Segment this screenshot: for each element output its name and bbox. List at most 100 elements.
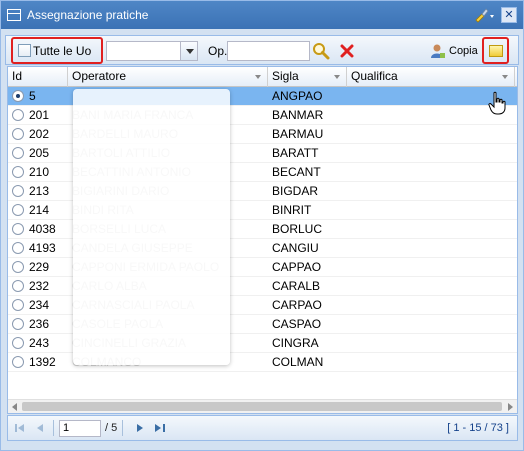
- cell-id: 5: [8, 89, 68, 103]
- scroll-right-icon[interactable]: [508, 403, 513, 411]
- last-page-icon[interactable]: [152, 420, 168, 436]
- cell-sigla: BANMAR: [272, 108, 324, 122]
- note-button[interactable]: [482, 37, 509, 64]
- cell-id-value: 210: [29, 165, 50, 179]
- page-info-label: [ 1 - 15 / 73 ]: [447, 422, 509, 434]
- row-radio[interactable]: [12, 223, 24, 235]
- paging-toolbar: 1 / 5 [ 1 - 15 / 73 ]: [7, 415, 518, 441]
- row-radio[interactable]: [12, 299, 24, 311]
- op-label: Op.: [208, 44, 228, 58]
- note-icon: [488, 44, 503, 57]
- horizontal-scrollbar[interactable]: [8, 399, 517, 413]
- row-radio[interactable]: [12, 318, 24, 330]
- window-table-icon: [7, 9, 21, 21]
- cell-id: 243: [8, 336, 68, 350]
- row-radio[interactable]: [12, 90, 24, 102]
- cell-id: 1392: [8, 355, 68, 369]
- cell-sigla: BINRIT: [272, 203, 312, 217]
- cell-id: 205: [8, 146, 68, 160]
- brush-menu-icon[interactable]: [473, 7, 495, 23]
- row-radio[interactable]: [12, 147, 24, 159]
- cell-sigla: CARALB: [272, 279, 321, 293]
- cell-id-value: 5: [29, 89, 36, 103]
- next-page-icon[interactable]: [132, 420, 148, 436]
- row-radio[interactable]: [12, 185, 24, 197]
- cell-id-value: 214: [29, 203, 50, 217]
- cell-sigla: BIGDAR: [272, 184, 319, 198]
- cell-id: 234: [8, 298, 68, 312]
- cell-id: 201: [8, 108, 68, 122]
- page-of-label: / 5: [105, 422, 118, 434]
- cell-id: 229: [8, 260, 68, 274]
- cell-id: 232: [8, 279, 68, 293]
- combo-chevron-down-icon[interactable]: [180, 42, 197, 60]
- clear-filter-icon[interactable]: [340, 44, 354, 58]
- scroll-left-icon[interactable]: [12, 403, 17, 411]
- cell-id-value: 1392: [29, 355, 56, 369]
- op-search-input[interactable]: [227, 41, 310, 61]
- cell-id-value: 202: [29, 127, 50, 141]
- copy-label: Copia: [449, 45, 478, 57]
- column-header-sigla[interactable]: Sigla: [268, 67, 347, 87]
- hand-cursor-icon: [488, 91, 506, 115]
- row-radio[interactable]: [12, 128, 24, 140]
- cell-id: 213: [8, 184, 68, 198]
- row-radio[interactable]: [12, 356, 24, 368]
- row-radio[interactable]: [12, 261, 24, 273]
- cell-id-value: 4038: [29, 222, 56, 236]
- cell-id: 202: [8, 127, 68, 141]
- cell-sigla: BARATT: [272, 146, 319, 160]
- operator-tooltip-overlay: [73, 89, 230, 365]
- row-radio[interactable]: [12, 166, 24, 178]
- search-icon[interactable]: [312, 42, 330, 60]
- cell-id: 4038: [8, 222, 68, 236]
- window-tools: ✕: [473, 7, 517, 23]
- cell-sigla: BORLUC: [272, 222, 323, 236]
- cell-id-value: 229: [29, 260, 50, 274]
- close-icon[interactable]: ✕: [501, 7, 517, 23]
- cell-id: 236: [8, 317, 68, 331]
- row-radio[interactable]: [12, 337, 24, 349]
- cell-sigla: CASPAO: [272, 317, 322, 331]
- assegnazione-window: Assegnazione pratiche ✕ Tutte le Uo Op.: [0, 0, 524, 451]
- cell-id-value: 232: [29, 279, 50, 293]
- sort-arrow-icon: [334, 75, 340, 79]
- tutte-le-uo-label: Tutte le Uo: [33, 43, 92, 58]
- cell-id-value: 201: [29, 108, 50, 122]
- copy-button[interactable]: Copia: [430, 42, 478, 60]
- cell-id-value: 205: [29, 146, 50, 160]
- cell-sigla: BARMAU: [272, 127, 324, 141]
- column-header-qualifica[interactable]: Qualifica: [347, 67, 515, 87]
- cell-id-value: 213: [29, 184, 50, 198]
- row-radio[interactable]: [12, 204, 24, 216]
- tutte-le-uo-checkbox[interactable]: Tutte le Uo: [11, 37, 103, 64]
- row-radio[interactable]: [12, 109, 24, 121]
- filter-toolbar: Tutte le Uo Op. Copia: [5, 35, 519, 65]
- sort-arrow-icon: [502, 75, 508, 79]
- cell-id: 214: [8, 203, 68, 217]
- row-radio[interactable]: [12, 242, 24, 254]
- pager-separator: [53, 420, 54, 436]
- column-header-id[interactable]: Id: [8, 67, 68, 87]
- checkbox-box[interactable]: [18, 44, 31, 57]
- column-header-operatore[interactable]: Operatore: [68, 67, 268, 87]
- prev-page-icon[interactable]: [32, 420, 48, 436]
- cell-sigla: CINGRA: [272, 336, 319, 350]
- scroll-thumb[interactable]: [22, 402, 502, 411]
- cell-id-value: 4193: [29, 241, 56, 255]
- cell-id: 4193: [8, 241, 68, 255]
- sort-arrow-icon: [255, 75, 261, 79]
- operators-grid: Id Operatore Sigla Qualifica 5 ANGPAO 201 B…: [7, 66, 518, 414]
- window-titlebar[interactable]: Assegnazione pratiche ✕: [1, 1, 523, 29]
- page-number-input[interactable]: 1: [59, 419, 101, 437]
- cell-id-value: 243: [29, 336, 50, 350]
- cell-id: 210: [8, 165, 68, 179]
- first-page-icon[interactable]: [12, 420, 28, 436]
- row-radio[interactable]: [12, 280, 24, 292]
- grid-header: Id Operatore Sigla Qualifica: [8, 67, 517, 87]
- cell-sigla: ANGPAO: [272, 89, 323, 103]
- cell-sigla: BECANT: [272, 165, 321, 179]
- copy-user-icon: [431, 44, 445, 58]
- uo-combo[interactable]: [106, 41, 198, 61]
- cell-id-value: 236: [29, 317, 50, 331]
